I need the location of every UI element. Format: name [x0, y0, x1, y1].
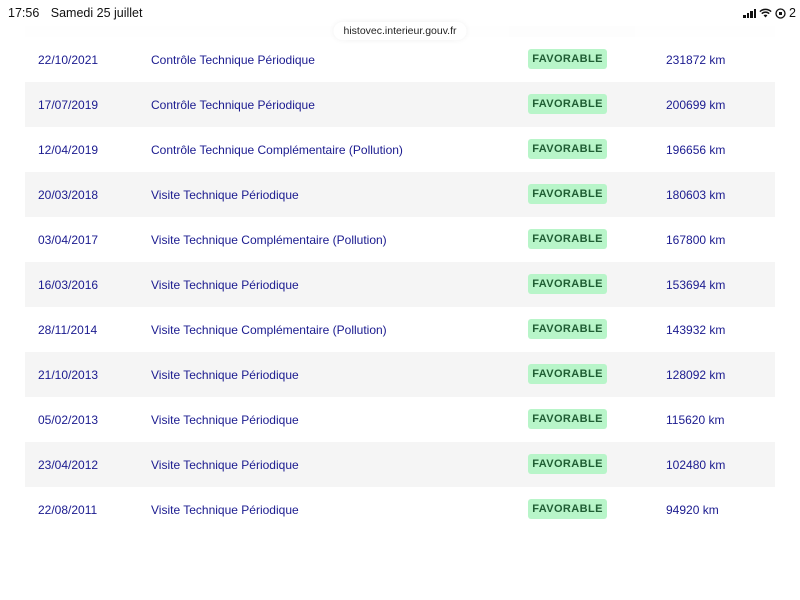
wifi-icon [759, 8, 772, 18]
mileage-cell: 196656 km [666, 143, 726, 157]
result-badge: FAVORABLE [528, 364, 607, 384]
mileage-cell: 143932 km [666, 323, 726, 337]
date-cell: 17/07/2019 [38, 98, 99, 112]
mileage-cell: 102480 km [666, 458, 726, 472]
inspection-type-cell: Visite Technique Périodique [151, 503, 299, 517]
date-cell: 23/04/2012 [38, 458, 99, 472]
mileage-cell: 231872 km [666, 53, 726, 67]
result-badge: FAVORABLE [528, 499, 607, 519]
inspection-type-cell: Visite Technique Périodique [151, 368, 299, 382]
status-time: 17:56 [8, 6, 40, 20]
status-right: 2 [743, 6, 796, 20]
inspection-type-cell: Visite Technique Complémentaire (Polluti… [151, 233, 387, 247]
mileage-cell: 200699 km [666, 98, 726, 112]
mileage-cell: 115620 km [666, 413, 725, 427]
inspection-type-cell: Visite Technique Périodique [151, 278, 299, 292]
result-badge: FAVORABLE [528, 319, 607, 339]
url-text: histovec.interieur.gouv.fr [343, 25, 457, 37]
table-row: 21/10/2013 Visite Technique Périodique FAV… [25, 352, 775, 397]
address-bar[interactable]: histovec.interieur.gouv.fr [333, 22, 467, 40]
inspection-type-cell: Visite Technique Périodique [151, 458, 299, 472]
inspection-type-cell: Contrôle Technique Complémentaire (Pollu… [151, 143, 403, 157]
mileage-cell: 153694 km [666, 278, 726, 292]
orientation-lock-icon [775, 7, 786, 19]
result-badge: FAVORABLE [528, 274, 607, 294]
result-badge: FAVORABLE [528, 229, 607, 249]
cellular-signal-icon [743, 8, 757, 18]
mileage-cell: 128092 km [666, 368, 726, 382]
status-date: Samedi 25 juillet [50, 6, 143, 20]
table-row: 17/07/2019 Contrôle Technique Périodique F… [25, 82, 775, 127]
result-badge: FAVORABLE [528, 454, 607, 474]
controle-technique-table: FAVORABLE 22/10/2021 Contrôle Technique Pé… [25, 0, 775, 532]
table-row: 22/10/2021 Contrôle Technique Périodique F… [25, 37, 775, 82]
table-row: 16/03/2016 Visite Technique Périodique FAV… [25, 262, 775, 307]
table-row: 12/04/2019 Contrôle Technique Complémenta… [25, 127, 775, 172]
table-row: 05/02/2013 Visite Technique Périodique FAV… [25, 397, 775, 442]
date-cell: 05/02/2013 [38, 413, 99, 427]
inspection-type-cell: Contrôle Technique Périodique [151, 53, 315, 67]
date-cell: 03/04/2017 [38, 233, 99, 247]
date-cell: 22/08/2011 [38, 503, 98, 517]
date-cell: 12/04/2019 [38, 143, 99, 157]
result-badge: FAVORABLE [528, 139, 607, 159]
date-cell: 21/10/2013 [38, 368, 99, 382]
inspection-type-cell: Visite Technique Périodique [151, 413, 299, 427]
mileage-cell: 167800 km [666, 233, 726, 247]
result-badge: FAVORABLE [528, 49, 607, 69]
result-badge: FAVORABLE [528, 184, 607, 204]
inspection-type-cell: Contrôle Technique Périodique [151, 98, 315, 112]
table-row: 23/04/2012 Visite Technique Périodique FAV… [25, 442, 775, 487]
mileage-cell: 180603 km [666, 188, 726, 202]
date-cell: 22/10/2021 [38, 53, 99, 67]
table-row: 20/03/2018 Visite Technique Périodique FAV… [25, 172, 775, 217]
result-badge: FAVORABLE [528, 94, 607, 114]
inspection-type-cell: Visite Technique Complémentaire (Polluti… [151, 323, 387, 337]
table-row: 03/04/2017 Visite Technique Complémentair… [25, 217, 775, 262]
table-row: 22/08/2011 Visite Technique Périodique FAV… [25, 487, 775, 532]
battery-level: 2 [789, 6, 796, 20]
date-cell: 16/03/2016 [38, 278, 99, 292]
mileage-cell: 94920 km [666, 503, 719, 517]
date-cell: 20/03/2018 [38, 188, 99, 202]
inspection-type-cell: Visite Technique Périodique [151, 188, 299, 202]
result-badge: FAVORABLE [528, 409, 607, 429]
status-left: 17:56 Samedi 25 juillet [8, 6, 150, 20]
table-row: 28/11/2014 Visite Technique Complémentair… [25, 307, 775, 352]
date-cell: 28/11/2014 [38, 323, 98, 337]
